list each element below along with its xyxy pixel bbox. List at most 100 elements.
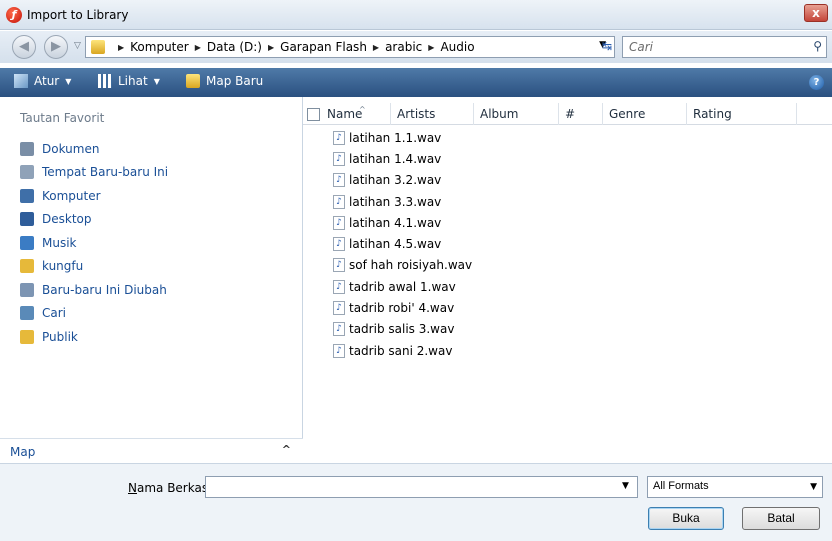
list-item[interactable]: ♪ latihan 1.4.wav: [333, 148, 472, 169]
search-icon[interactable]: ⚲: [813, 39, 822, 53]
list-item[interactable]: ♪ sof hah roisiyah.wav: [333, 255, 472, 276]
open-button[interactable]: Buka: [648, 507, 724, 530]
search-folder-icon: [20, 306, 34, 321]
folder-icon: [20, 259, 34, 274]
audio-file-icon: ♪: [333, 301, 345, 316]
column-header-genre[interactable]: Genre: [603, 103, 687, 125]
address-bar-row: ◀ ▶ ▽ ▶ Komputer ▶ Data (D:) ▶ Garapan F…: [0, 31, 832, 63]
file-type-value: All Formats: [653, 480, 709, 492]
column-headers: ^ Name Artists Album # Genre Rating: [303, 103, 832, 125]
chevron-down-icon: ▼: [65, 76, 72, 86]
sidebar-item-publik[interactable]: Publik: [20, 325, 168, 349]
breadcrumb-separator-icon[interactable]: ▶: [268, 43, 274, 52]
filename-input[interactable]: [205, 476, 638, 498]
sidebar-item-label: Publik: [42, 329, 78, 344]
sidebar-item-label: Dokumen: [42, 141, 100, 156]
column-header-album[interactable]: Album: [474, 103, 559, 125]
column-header-name[interactable]: ^ Name: [321, 103, 391, 125]
sidebar-item-musik[interactable]: Musik: [20, 231, 168, 255]
sidebar-item-komputer[interactable]: Komputer: [20, 184, 168, 208]
filename-label: Nama Berkas:: [128, 481, 213, 495]
view-label: Lihat: [118, 74, 148, 88]
recently-changed-icon: [20, 282, 34, 297]
audio-file-icon: ♪: [333, 151, 345, 166]
back-button[interactable]: ◀: [12, 35, 36, 59]
file-type-select[interactable]: All Formats ▼: [647, 476, 823, 498]
refresh-icon: ↹: [601, 39, 613, 53]
sort-ascending-icon: ^: [359, 105, 366, 114]
breadcrumb-item-arabic[interactable]: arabic: [385, 40, 422, 54]
favorite-links-list: Dokumen Tempat Baru-baru Ini Komputer De…: [20, 137, 168, 349]
sidebar-item-label: Tempat Baru-baru Ini: [42, 165, 169, 180]
favorite-links-heading: Tautan Favorit: [20, 111, 105, 125]
audio-file-icon: ♪: [333, 279, 345, 294]
audio-file-icon: ♪: [333, 322, 345, 337]
list-item[interactable]: ♪ tadrib sani 2.wav: [333, 340, 472, 361]
column-header-rating[interactable]: Rating: [687, 103, 797, 125]
list-item[interactable]: ♪ tadrib robi' 4.wav: [333, 297, 472, 318]
search-input[interactable]: Cari ⚲: [622, 36, 827, 58]
list-item[interactable]: ♪ tadrib salis 3.wav: [333, 319, 472, 340]
music-icon: [20, 235, 34, 250]
list-item[interactable]: ♪ tadrib awal 1.wav: [333, 276, 472, 297]
breadcrumb-separator-icon[interactable]: ▶: [118, 43, 124, 52]
sidebar-item-recent-places[interactable]: Tempat Baru-baru Ini: [20, 161, 168, 185]
sidebar-item-label: Desktop: [42, 212, 92, 227]
organize-icon: [14, 74, 28, 88]
audio-file-icon: ♪: [333, 258, 345, 273]
list-item[interactable]: ♪ latihan 1.1.wav: [333, 127, 472, 148]
help-icon[interactable]: ?: [809, 75, 824, 90]
recent-places-icon: [20, 165, 34, 180]
organize-label: Atur: [34, 74, 60, 88]
list-item[interactable]: ♪ latihan 3.2.wav: [333, 170, 472, 191]
flash-app-icon: ƒ: [6, 7, 22, 23]
navigation-pane: Tautan Favorit Dokumen Tempat Baru-baru …: [0, 97, 303, 463]
sidebar-item-recently-changed[interactable]: Baru-baru Ini Diubah: [20, 278, 168, 302]
breadcrumb-item-komputer[interactable]: Komputer: [130, 40, 189, 54]
sidebar-item-cari[interactable]: Cari: [20, 302, 168, 326]
cancel-button[interactable]: Batal: [742, 507, 820, 530]
audio-file-icon: ♪: [333, 130, 345, 145]
chevron-down-icon: ▼: [810, 482, 817, 492]
sidebar-item-desktop[interactable]: Desktop: [20, 208, 168, 232]
file-list-pane: ^ Name Artists Album # Genre Rating ♪ lati…: [303, 97, 832, 463]
recent-pages-dropdown[interactable]: ▽: [74, 41, 81, 51]
new-folder-button[interactable]: Map Baru: [186, 74, 263, 88]
sidebar-item-label: Cari: [42, 306, 66, 321]
column-header-number[interactable]: #: [559, 103, 603, 125]
sidebar-item-kungfu[interactable]: kungfu: [20, 255, 168, 279]
list-item[interactable]: ♪ latihan 3.3.wav: [333, 191, 472, 212]
list-item[interactable]: ♪ latihan 4.5.wav: [333, 233, 472, 254]
sidebar-item-dokumen[interactable]: Dokumen: [20, 137, 168, 161]
breadcrumb-separator-icon[interactable]: ▶: [428, 43, 434, 52]
computer-icon: [20, 188, 34, 203]
view-icon: [98, 74, 112, 88]
breadcrumb: ▶ Komputer ▶ Data (D:) ▶ Garapan Flash ▶…: [112, 40, 475, 54]
select-all-checkbox[interactable]: [307, 108, 320, 121]
audio-file-icon: ♪: [333, 194, 345, 209]
refresh-button[interactable]: ↹: [595, 35, 619, 57]
breadcrumb-item-data-d[interactable]: Data (D:): [207, 40, 262, 54]
file-list: ♪ latihan 1.1.wav ♪ latihan 1.4.wav ♪ latih…: [333, 127, 472, 361]
window-title: Import to Library: [27, 8, 129, 22]
sidebar-item-label: kungfu: [42, 259, 84, 274]
folders-toggle[interactable]: Map ^: [0, 438, 303, 463]
audio-file-icon: ♪: [333, 343, 345, 358]
sidebar-item-label: Musik: [42, 235, 77, 250]
chevron-up-icon[interactable]: ^: [282, 443, 291, 456]
close-button[interactable]: x: [804, 4, 828, 22]
organize-button[interactable]: Atur ▼: [14, 74, 71, 88]
forward-button[interactable]: ▶: [44, 35, 68, 59]
breadcrumb-separator-icon[interactable]: ▶: [373, 43, 379, 52]
audio-file-icon: ♪: [333, 215, 345, 230]
filename-dropdown-icon[interactable]: ▼: [622, 481, 629, 491]
breadcrumb-separator-icon[interactable]: ▶: [195, 43, 201, 52]
column-header-artists[interactable]: Artists: [391, 103, 474, 125]
list-item[interactable]: ♪ latihan 4.1.wav: [333, 212, 472, 233]
address-box[interactable]: ▶ Komputer ▶ Data (D:) ▶ Garapan Flash ▶…: [85, 36, 615, 58]
view-button[interactable]: Lihat ▼: [98, 74, 160, 88]
breadcrumb-item-audio[interactable]: Audio: [440, 40, 474, 54]
sidebar-item-label: Komputer: [42, 188, 101, 203]
chevron-down-icon: ▼: [153, 76, 160, 86]
breadcrumb-item-garapan-flash[interactable]: Garapan Flash: [280, 40, 367, 54]
